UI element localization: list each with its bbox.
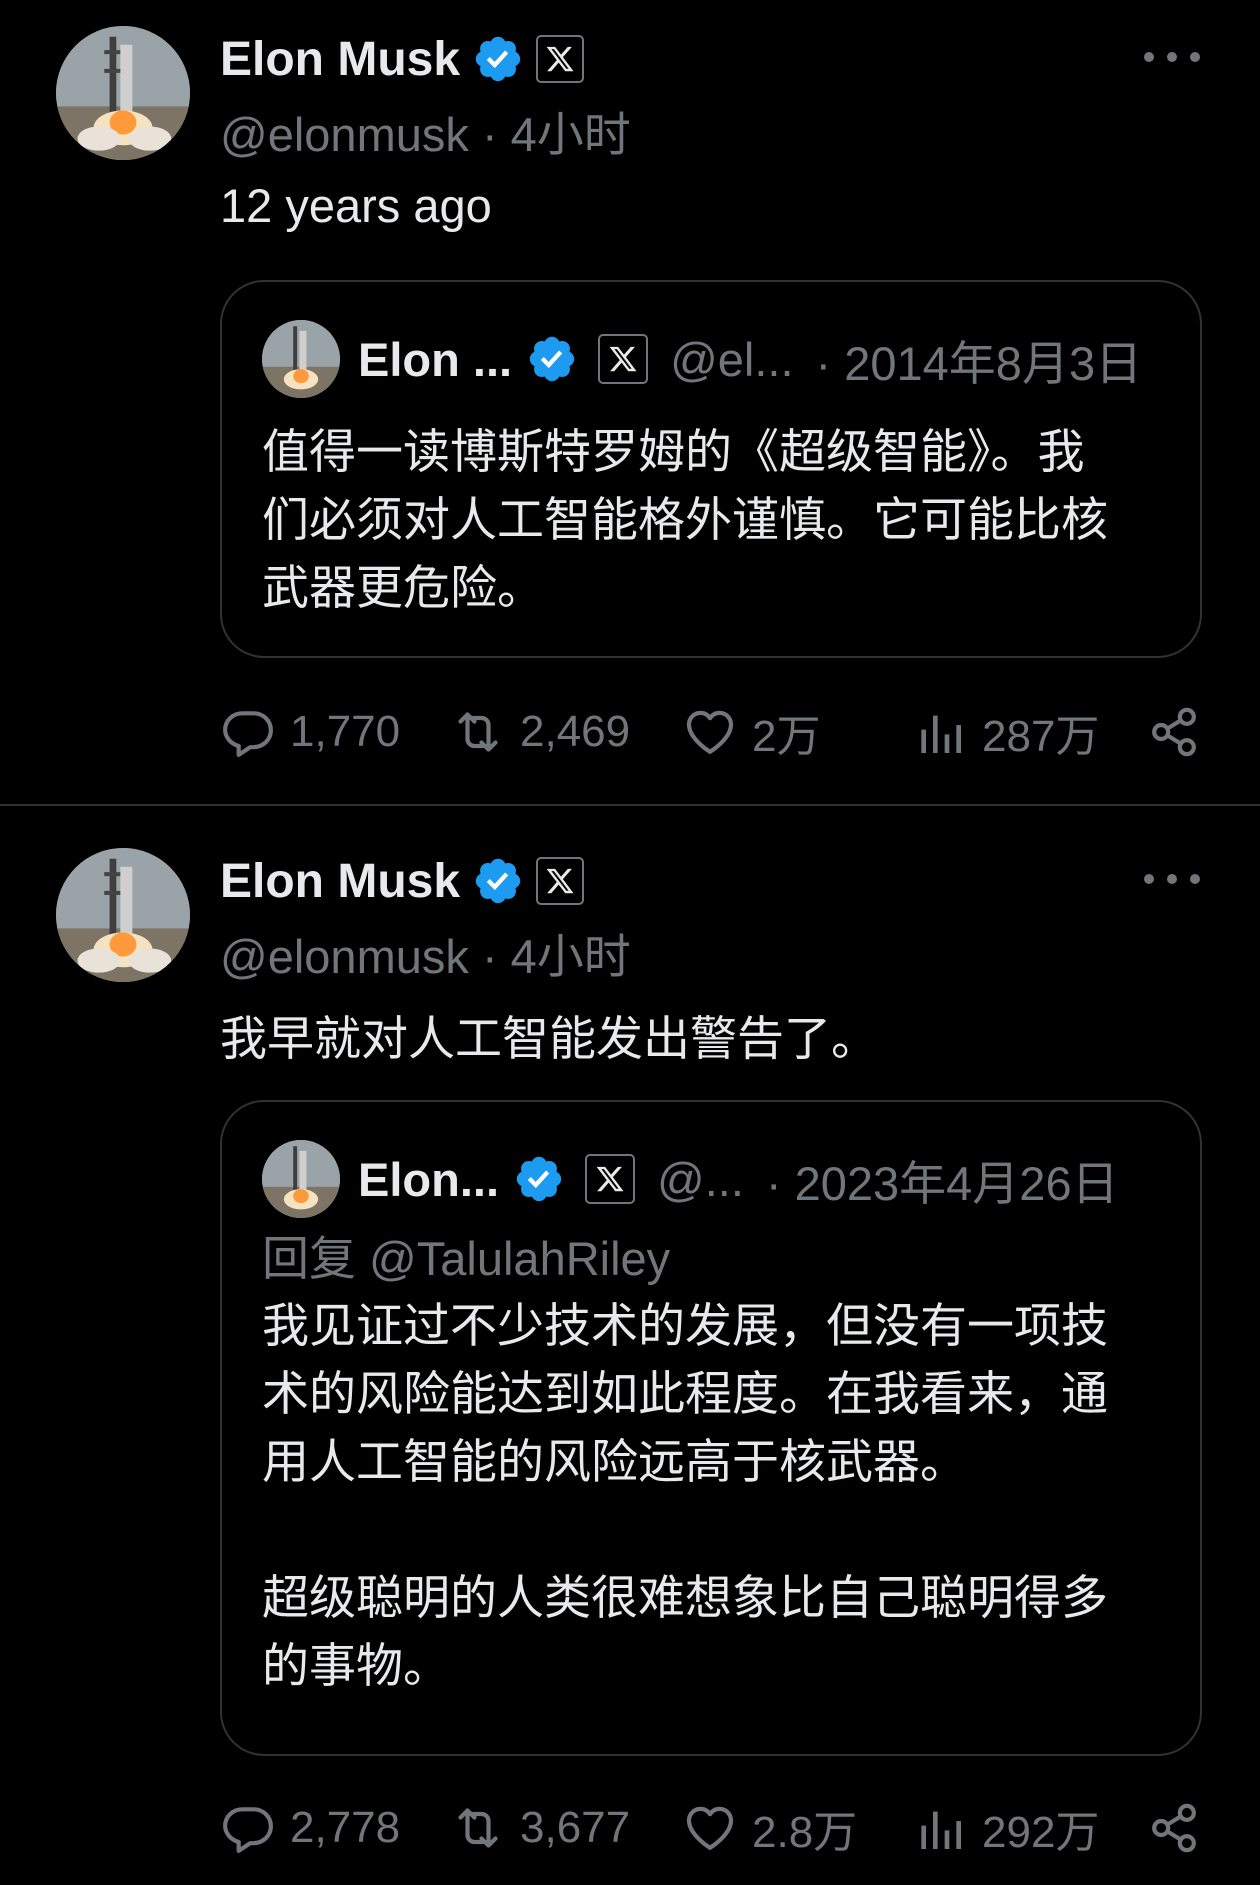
quoted-text-line: 值得一读博斯特罗姆的《超级智能》。我 [262,425,1085,478]
quoted-handle: @... [657,1152,744,1206]
quoted-text-line [262,1496,1182,1564]
quoted-text-line: 用人工智能的风险远高于核武器。 [262,1435,967,1488]
tweet-text: 我早就对人工智能发出警告了。 [220,1012,878,1065]
x-affiliation-icon[interactable] [536,857,585,905]
replying-to[interactable]: 回复 @TalulahRiley [262,1220,670,1289]
quoted-text: 值得一读博斯特罗姆的《超级智能》。我 们必须对人工智能格外谨慎。它可能比核 武器… [262,418,1182,622]
reply-button[interactable]: 1,770 [220,700,400,764]
dot-icon [1144,874,1154,884]
tweet-text: 12 years ago [220,179,492,232]
dot-icon [1190,874,1200,884]
analytics-icon [921,715,961,753]
views-button[interactable]: 287万 [912,700,1099,764]
quoted-text-line: 武器更危险。 [262,561,544,614]
rocket-launch-image [56,26,190,160]
author-handle[interactable]: @elonmusk [220,108,469,161]
timestamp[interactable]: 4小时 [511,930,631,983]
dot-icon [1167,874,1177,884]
repost-icon [458,1808,498,1848]
rocket-launch-image [56,848,190,982]
reply-icon [223,711,273,757]
rocket-launch-image [262,1140,340,1218]
more-options-button[interactable] [1144,42,1200,72]
verified-check-icon [516,1156,562,1202]
more-options-button[interactable] [1144,864,1200,894]
quoted-avatar[interactable] [262,1140,340,1218]
view-count: 287万 [982,712,1100,761]
reply-button[interactable]: 2,778 [220,1796,400,1860]
reply-icon [223,1807,273,1853]
repost-button[interactable]: 2,469 [450,700,630,764]
dot-icon [1144,52,1154,62]
like-button[interactable]: 2.8万 [682,1796,857,1860]
verified-check-icon [529,336,575,382]
quoted-handle: @el... [670,332,794,386]
heart-icon [686,1806,734,1850]
x-affiliation-icon [598,334,649,384]
rocket-launch-image [262,320,340,398]
quoted-date: · 2023年4月26日 [765,1156,1119,1210]
like-count: 2万 [752,712,821,761]
quoted-author-name[interactable]: Elon ... [358,332,512,387]
avatar[interactable] [56,848,190,982]
quoted-author-name[interactable]: Elon... [358,1152,499,1207]
author-name[interactable]: Elon Musk [220,32,460,87]
heart-icon [686,710,734,754]
quoted-text: 我见证过不少技术的发展，但没有一项技 术的风险能达到如此程度。在我看来，通 用人… [262,1292,1182,1700]
dot-icon [1190,52,1200,62]
tweet[interactable]: Elon Musk @elonmusk · 4小时 我早就对人工智能发出警告了。 [0,806,1260,1885]
view-count: 292万 [982,1808,1100,1857]
x-affiliation-icon[interactable] [536,35,585,83]
verified-check-icon[interactable] [472,33,524,85]
like-count: 2.8万 [752,1808,858,1857]
repost-icon [458,712,498,752]
separator: · [481,930,498,983]
avatar[interactable] [56,26,190,160]
action-bar: 1,770 2,469 2万 287万 [220,700,1202,764]
author-meta: @elonmusk · 4小时 [220,918,631,987]
share-icon[interactable] [1146,704,1202,760]
share-icon[interactable] [1146,1800,1202,1856]
quoted-text-line: 们必须对人工智能格外谨慎。它可能比核 [262,493,1108,546]
quoted-text-line: 超级聪明的人类很难想象比自己聪明得多 [262,1571,1108,1624]
quoted-date: · 2014年8月3日 [815,336,1143,390]
separator: · [481,108,498,161]
quoted-tweet[interactable]: Elon... @... · 2023年4月26日 回复 @TalulahRil… [220,1100,1202,1756]
analytics-icon [921,1811,961,1849]
reply-count: 2,778 [290,1803,401,1852]
like-button[interactable]: 2万 [682,700,820,764]
tweet[interactable]: Elon Musk @elonmusk · 4小时 12 years ago E… [0,0,1260,804]
repost-count: 3,677 [520,1803,631,1852]
action-bar: 2,778 3,677 2.8万 292万 [220,1796,1202,1860]
repost-count: 2,469 [520,707,631,756]
verified-check-icon[interactable] [472,855,524,907]
author-name[interactable]: Elon Musk [220,854,460,909]
reply-count: 1,770 [290,707,401,756]
quoted-text-line: 的事物。 [262,1639,450,1692]
quoted-tweet[interactable]: Elon ... @el... · 2014年8月3日 值得一读博斯特罗姆的《超… [220,280,1202,658]
x-affiliation-icon [585,1154,635,1204]
quoted-text-line: 我见证过不少技术的发展，但没有一项技 [262,1299,1108,1352]
views-button[interactable]: 292万 [912,1796,1099,1860]
quoted-text-line: 术的风险能达到如此程度。在我看来，通 [262,1367,1108,1420]
timestamp[interactable]: 4小时 [511,108,631,161]
dot-icon [1167,52,1177,62]
author-meta: @elonmusk · 4小时 [220,96,631,165]
repost-button[interactable]: 3,677 [450,1796,630,1860]
author-handle[interactable]: @elonmusk [220,930,469,983]
quoted-avatar[interactable] [262,320,340,398]
